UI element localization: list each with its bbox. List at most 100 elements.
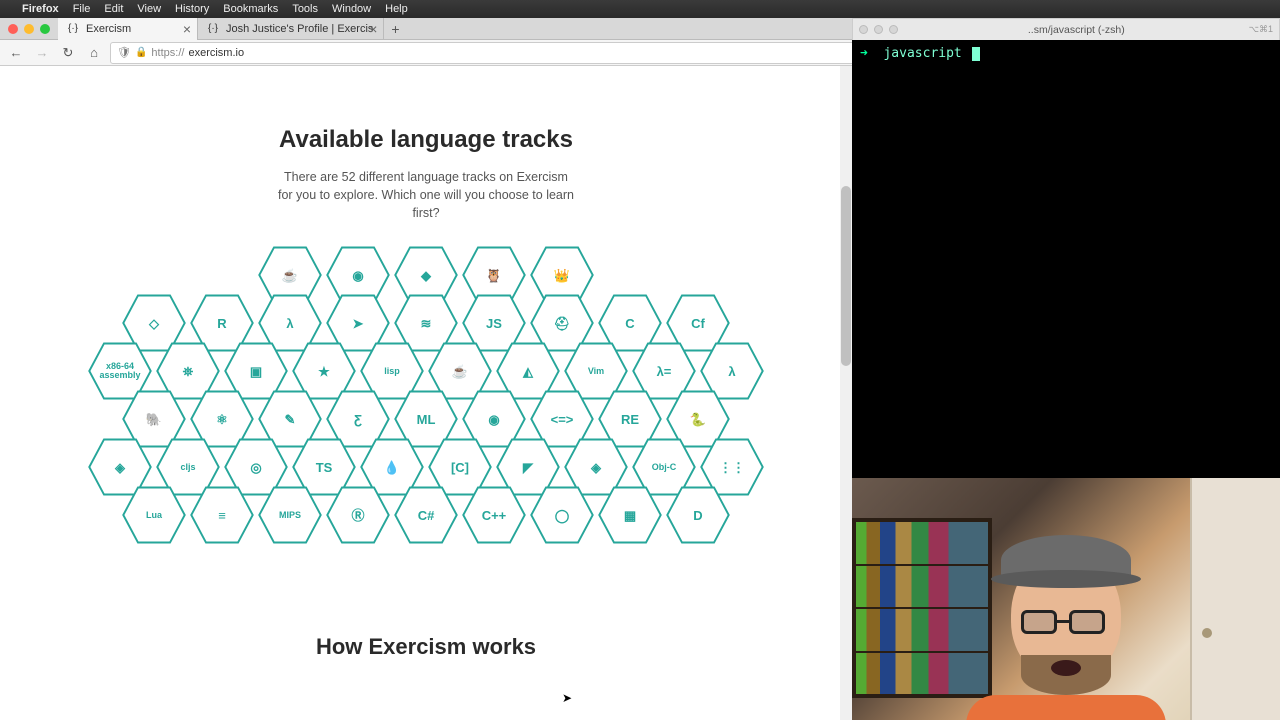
track-label: 💧 — [384, 461, 400, 475]
close-tab-icon[interactable]: × — [369, 21, 377, 37]
term-close-button[interactable] — [859, 25, 868, 34]
track-label: ▦ — [624, 509, 636, 523]
home-button[interactable]: ⌂ — [84, 43, 104, 63]
terminal-window[interactable]: ..sm/javascript (-zsh) ⌥⌘1 ➜ javascript — [852, 18, 1280, 478]
track-label: <=> — [551, 413, 574, 427]
tab-title: Josh Justice's Profile | Exercis — [226, 23, 373, 35]
track-hex-mips[interactable]: MIPS — [258, 486, 322, 544]
shield-icon: 🛡 — [117, 46, 131, 59]
menu-file[interactable]: File — [73, 3, 91, 15]
mouse-cursor-icon: ➤ — [562, 691, 572, 705]
track-label: ◭ — [523, 365, 533, 379]
track-label: λ — [286, 317, 293, 331]
track-label: ⛯ — [183, 365, 193, 379]
track-label: C# — [418, 509, 435, 523]
forward-button[interactable]: → — [32, 43, 52, 63]
track-label: ⛑ — [554, 317, 571, 331]
track-hex-csharp[interactable]: C# — [394, 486, 458, 544]
menu-history[interactable]: History — [175, 3, 209, 15]
track-label: ⋮⋮ — [719, 461, 745, 475]
track-label: ◈ — [591, 461, 601, 475]
scrollbar[interactable] — [840, 66, 852, 720]
terminal-titlebar: ..sm/javascript (-zsh) ⌥⌘1 — [852, 18, 1280, 40]
terminal-title: ..sm/javascript (-zsh) — [904, 24, 1249, 36]
menu-bookmarks[interactable]: Bookmarks — [223, 3, 278, 15]
track-label: Lua — [146, 511, 162, 520]
new-tab-button[interactable]: + — [384, 21, 406, 37]
menu-help[interactable]: Help — [385, 3, 408, 15]
menu-edit[interactable]: Edit — [104, 3, 123, 15]
track-hex-cpp[interactable]: C++ — [462, 486, 526, 544]
lock-icon: 🔒 — [135, 47, 147, 58]
track-label: ≋ — [421, 317, 432, 331]
track-label: ◉ — [352, 269, 363, 283]
tab-favicon-icon: {·} — [208, 23, 220, 35]
track-label: TS — [316, 461, 333, 475]
track-label: λ — [728, 365, 735, 379]
track-label: Vim — [588, 367, 604, 376]
track-label: ◯ — [555, 509, 570, 523]
track-label: RE — [621, 413, 639, 427]
person — [976, 520, 1156, 720]
term-min-button[interactable] — [874, 25, 883, 34]
menu-window[interactable]: Window — [332, 3, 371, 15]
track-hex-d[interactable]: D — [666, 486, 730, 544]
tab-favicon-icon: {·} — [68, 23, 80, 35]
tab-profile[interactable]: {·} Josh Justice's Profile | Exercis × — [198, 18, 384, 40]
track-hex-rust[interactable]: Ⓡ — [326, 486, 390, 544]
reload-button[interactable]: ↻ — [58, 43, 78, 63]
track-label: Obj-C — [652, 463, 677, 472]
track-label: C — [625, 317, 634, 331]
track-label: ML — [417, 413, 436, 427]
track-label: R — [217, 317, 226, 331]
track-label: ⚛ — [216, 413, 228, 427]
url-scheme: https:// — [151, 47, 184, 59]
tab-title: Exercism — [86, 23, 131, 35]
track-hex-perl[interactable]: ◯ — [530, 486, 594, 544]
track-label: x86-64assembly — [99, 362, 140, 381]
track-label: Ⓡ — [351, 509, 364, 523]
minimize-window-button[interactable] — [24, 24, 34, 34]
language-tracks-grid: ☕◉◆🦉👑 ◇Rλ➤≋JS⛑CCf x86-64assembly⛯▣★lisp☕… — [0, 256, 852, 544]
track-label: ≡ — [218, 509, 226, 523]
track-label: [C] — [451, 461, 469, 475]
window-controls — [0, 24, 58, 34]
close-tab-icon[interactable]: × — [183, 21, 191, 37]
track-label: ◇ — [149, 317, 159, 331]
next-section-heading: How Exercism works — [0, 634, 852, 660]
bookshelf — [852, 518, 992, 698]
term-max-button[interactable] — [889, 25, 898, 34]
track-label: ◎ — [250, 461, 261, 475]
track-hex-plsql[interactable]: ≡ — [190, 486, 254, 544]
page-subtitle: There are 52 different language tracks o… — [276, 168, 576, 222]
track-hex-elm[interactable]: ▦ — [598, 486, 662, 544]
terminal-shortcut: ⌥⌘1 — [1249, 24, 1279, 35]
track-label: λ= — [657, 365, 672, 379]
menubar-app[interactable]: Firefox — [22, 3, 59, 15]
track-label: ➤ — [353, 317, 364, 331]
track-label: 👑 — [554, 269, 570, 283]
menu-view[interactable]: View — [137, 3, 161, 15]
track-label: JS — [486, 317, 502, 331]
track-label: Cf — [691, 317, 705, 331]
track-label: D — [693, 509, 702, 523]
track-label: cljs — [180, 463, 195, 472]
menu-tools[interactable]: Tools — [292, 3, 318, 15]
close-window-button[interactable] — [8, 24, 18, 34]
back-button[interactable]: ← — [6, 43, 26, 63]
maximize-window-button[interactable] — [40, 24, 50, 34]
scroll-thumb[interactable] — [841, 186, 851, 366]
macos-menubar: Firefox File Edit View History Bookmarks… — [0, 0, 1280, 18]
track-hex-lua[interactable]: Lua — [122, 486, 186, 544]
page-heading: Available language tracks — [0, 126, 852, 154]
track-label: MIPS — [279, 511, 301, 520]
terminal-body[interactable]: ➜ javascript — [852, 40, 1280, 478]
track-label: ☕ — [452, 365, 468, 379]
track-label: 🐍 — [690, 413, 706, 427]
door — [1190, 478, 1280, 720]
track-label: Ƹ — [354, 413, 362, 427]
tab-exercism[interactable]: {·} Exercism × — [58, 18, 198, 40]
track-label: ✎ — [285, 413, 296, 427]
url-host: exercism.io — [188, 47, 244, 59]
track-label: ◤ — [523, 461, 533, 475]
